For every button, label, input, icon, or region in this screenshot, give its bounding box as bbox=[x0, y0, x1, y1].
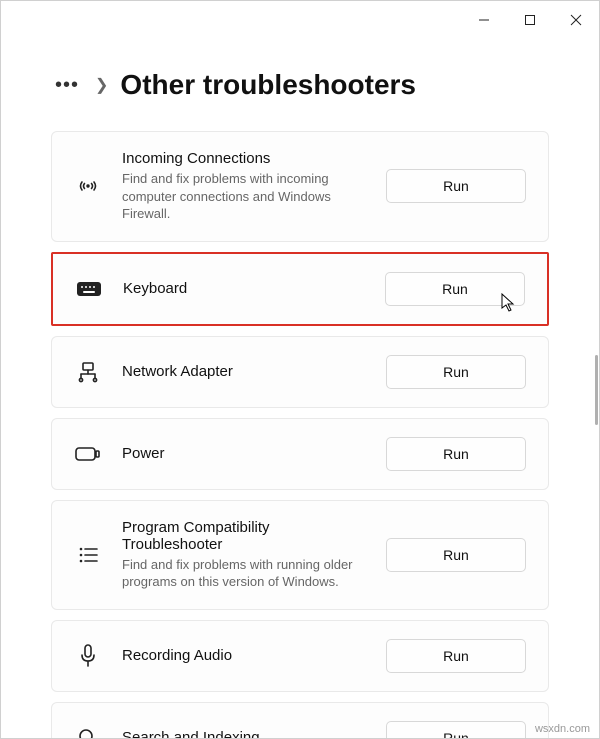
card-title: Search and Indexing bbox=[122, 729, 366, 738]
search-icon bbox=[74, 727, 102, 738]
chevron-right-icon: ❯ bbox=[95, 75, 108, 95]
card-title: Power bbox=[122, 445, 366, 462]
run-button[interactable]: Run bbox=[386, 169, 526, 203]
card-text: Incoming Connections Find and fix problem… bbox=[122, 150, 366, 223]
settings-window: ••• ❯ Other troubleshooters Incoming Con… bbox=[0, 0, 600, 739]
troubleshooter-card: Power Run bbox=[51, 418, 549, 490]
troubleshooter-list: Incoming Connections Find and fix problem… bbox=[51, 131, 549, 738]
card-description: Find and fix problems with running older… bbox=[122, 556, 366, 591]
scrollbar-thumb[interactable] bbox=[595, 355, 598, 425]
card-title: Keyboard bbox=[123, 280, 365, 297]
content-area: ••• ❯ Other troubleshooters Incoming Con… bbox=[1, 39, 599, 738]
close-button[interactable] bbox=[553, 4, 599, 36]
card-text: Power bbox=[122, 445, 366, 462]
card-title: Program Compatibility Troubleshooter bbox=[122, 519, 366, 553]
run-button[interactable]: Run bbox=[386, 721, 526, 738]
maximize-button[interactable] bbox=[507, 4, 553, 36]
card-text: Program Compatibility TroubleshooterFind… bbox=[122, 519, 366, 591]
card-text: Keyboard bbox=[123, 280, 365, 297]
troubleshooter-card: Network Adapter Run bbox=[51, 336, 549, 408]
card-text: Search and Indexing bbox=[122, 729, 366, 738]
run-button[interactable]: Run bbox=[385, 272, 525, 306]
minimize-button[interactable] bbox=[461, 4, 507, 36]
card-text: Network Adapter bbox=[122, 363, 366, 380]
program-icon bbox=[74, 544, 102, 566]
mic-icon bbox=[74, 643, 102, 669]
power-icon bbox=[74, 446, 102, 462]
card-description: Find and fix problems with incoming comp… bbox=[122, 170, 366, 223]
troubleshooter-card: Recording Audio Run bbox=[51, 620, 549, 692]
troubleshooter-card: Keyboard Run bbox=[51, 252, 549, 326]
card-title: Recording Audio bbox=[122, 647, 366, 664]
broadcast-icon bbox=[74, 174, 102, 198]
troubleshooter-card: Search and Indexing Run bbox=[51, 702, 549, 738]
card-title: Incoming Connections bbox=[122, 150, 366, 167]
troubleshooter-card: Program Compatibility TroubleshooterFind… bbox=[51, 500, 549, 610]
window-titlebar bbox=[1, 1, 599, 39]
run-button[interactable]: Run bbox=[386, 355, 526, 389]
card-title: Network Adapter bbox=[122, 363, 366, 380]
run-button[interactable]: Run bbox=[386, 639, 526, 673]
run-button[interactable]: Run bbox=[386, 437, 526, 471]
run-button[interactable]: Run bbox=[386, 538, 526, 572]
breadcrumb: ••• ❯ Other troubleshooters bbox=[51, 69, 549, 101]
watermark: wsxdn.com bbox=[535, 723, 590, 735]
troubleshooter-card: Incoming Connections Find and fix problem… bbox=[51, 131, 549, 242]
keyboard-icon bbox=[75, 279, 103, 299]
card-text: Recording Audio bbox=[122, 647, 366, 664]
more-icon[interactable]: ••• bbox=[51, 74, 83, 97]
page-title: Other troubleshooters bbox=[120, 69, 416, 101]
network-icon bbox=[74, 360, 102, 384]
